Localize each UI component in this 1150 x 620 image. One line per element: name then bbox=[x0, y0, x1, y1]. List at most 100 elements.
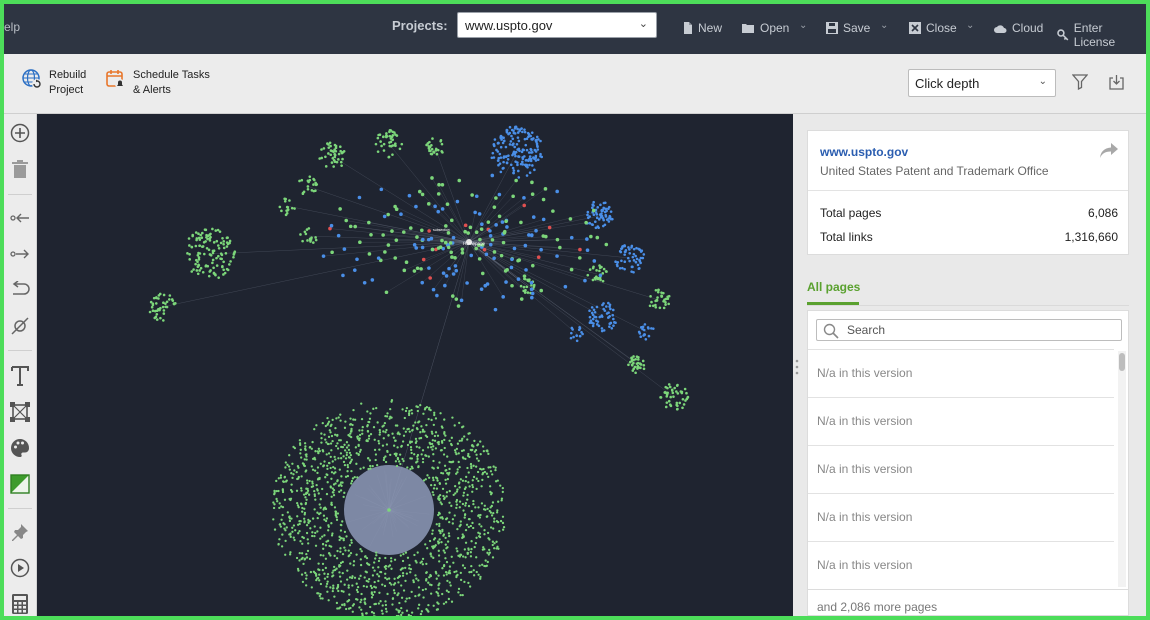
graph-node bbox=[683, 387, 687, 391]
undo-tool[interactable] bbox=[8, 278, 32, 302]
new-button[interactable]: New bbox=[683, 21, 722, 35]
pages-search-box[interactable] bbox=[816, 319, 1122, 341]
view-mode-select[interactable]: Click depth ⌄ bbox=[908, 69, 1056, 97]
help-menu[interactable]: elp bbox=[4, 20, 20, 34]
list-item[interactable]: N/a in this version bbox=[808, 398, 1114, 446]
graph-node bbox=[305, 574, 308, 577]
add-tool[interactable] bbox=[8, 121, 32, 145]
graph-node bbox=[281, 513, 284, 517]
open-button[interactable]: Open bbox=[742, 21, 789, 35]
graph-edge bbox=[468, 241, 525, 277]
graph-node bbox=[320, 432, 323, 435]
project-select[interactable]: www.uspto.gov ⌄ bbox=[457, 12, 657, 38]
search-input[interactable] bbox=[847, 322, 1115, 338]
graph-node bbox=[351, 575, 354, 578]
graph-node bbox=[630, 265, 634, 269]
list-item[interactable]: N/a in this version bbox=[808, 542, 1114, 590]
layout-tool[interactable] bbox=[8, 400, 32, 424]
graph-node bbox=[578, 325, 581, 329]
graph-node bbox=[330, 250, 334, 255]
delete-tool[interactable] bbox=[8, 157, 32, 181]
graph-node bbox=[435, 152, 439, 156]
cloud-button[interactable]: Cloud bbox=[994, 21, 1043, 35]
graph-node bbox=[360, 598, 363, 601]
list-scrollbar[interactable] bbox=[1118, 351, 1126, 587]
rebuild-project-button[interactable]: Rebuild Project bbox=[21, 68, 86, 98]
graph-node bbox=[513, 152, 517, 156]
list-item[interactable]: N/a in this version bbox=[808, 446, 1114, 494]
graph-node bbox=[482, 247, 487, 252]
filter-icon[interactable] bbox=[1072, 74, 1088, 90]
pages-list-panel: N/a in this version N/a in this version … bbox=[807, 310, 1129, 616]
graph-node bbox=[207, 248, 211, 252]
graph-canvas[interactable]: Homepagesubsection bbox=[37, 114, 793, 616]
pin-tool[interactable] bbox=[8, 520, 32, 544]
graph-node bbox=[307, 521, 310, 524]
graph-node bbox=[624, 248, 628, 252]
graph-node bbox=[313, 493, 316, 496]
project-url-link[interactable]: www.uspto.gov bbox=[820, 145, 908, 159]
graph-node bbox=[427, 581, 430, 584]
open-dropdown-icon[interactable]: ⌄ bbox=[799, 20, 807, 31]
list-item[interactable]: N/a in this version bbox=[808, 350, 1114, 398]
graph-node bbox=[300, 573, 304, 576]
graph-node bbox=[532, 156, 535, 159]
graph-node bbox=[384, 567, 387, 570]
graph-node bbox=[405, 597, 408, 600]
graph-node bbox=[331, 487, 334, 490]
graph-node bbox=[464, 480, 467, 483]
graph-node bbox=[386, 212, 390, 217]
graph-node bbox=[341, 481, 344, 484]
play-tool[interactable] bbox=[8, 556, 32, 580]
graph-node bbox=[425, 423, 428, 427]
calculator-tool[interactable] bbox=[8, 592, 32, 616]
panel-splitter-handle[interactable] bbox=[795, 358, 799, 376]
graph-node bbox=[451, 522, 454, 525]
expand-right-tool[interactable] bbox=[8, 242, 32, 266]
collapse-left-tool[interactable] bbox=[8, 206, 32, 230]
site-structure-graph[interactable]: Homepage subsection bbox=[37, 114, 793, 616]
graph-node bbox=[311, 440, 314, 444]
color-fill-tool[interactable] bbox=[8, 472, 32, 496]
graph-node bbox=[493, 517, 496, 520]
list-item[interactable]: N/a in this version bbox=[808, 494, 1114, 542]
close-dropdown-icon[interactable]: ⌄ bbox=[966, 20, 974, 31]
share-icon[interactable] bbox=[1100, 143, 1118, 159]
graph-node bbox=[197, 256, 201, 259]
graph-node bbox=[413, 453, 416, 456]
enter-license-button[interactable]: Enter License bbox=[1057, 21, 1146, 49]
graph-node bbox=[350, 458, 353, 461]
hide-node-tool[interactable] bbox=[8, 314, 32, 338]
graph-node bbox=[305, 556, 309, 559]
graph-node bbox=[339, 547, 342, 550]
graph-node bbox=[394, 133, 397, 136]
save-button[interactable]: Save bbox=[826, 21, 870, 35]
export-icon[interactable] bbox=[1108, 74, 1125, 91]
graph-node bbox=[403, 416, 406, 420]
save-dropdown-icon[interactable]: ⌄ bbox=[880, 20, 888, 31]
scrollbar-thumb[interactable] bbox=[1119, 353, 1125, 371]
graph-node bbox=[439, 412, 442, 415]
tab-all-pages[interactable]: All pages bbox=[807, 280, 860, 294]
graph-node bbox=[530, 180, 534, 185]
graph-node bbox=[329, 554, 332, 557]
graph-node bbox=[416, 460, 419, 463]
palette-tool[interactable] bbox=[8, 436, 32, 460]
graph-node bbox=[394, 439, 397, 442]
graph-node bbox=[459, 593, 462, 597]
graph-node bbox=[404, 566, 407, 570]
graph-node bbox=[327, 452, 331, 455]
graph-node bbox=[668, 385, 672, 389]
graph-node bbox=[188, 258, 192, 261]
schedule-tasks-button[interactable]: Schedule Tasks & Alerts bbox=[105, 68, 210, 98]
graph-node bbox=[459, 571, 462, 575]
close-project-button[interactable]: Close bbox=[909, 21, 957, 35]
graph-node bbox=[460, 251, 465, 255]
graph-node bbox=[463, 435, 466, 438]
graph-node bbox=[427, 417, 430, 421]
graph-node bbox=[419, 612, 423, 616]
text-tool[interactable] bbox=[8, 364, 32, 388]
graph-node bbox=[353, 224, 358, 229]
graph-node bbox=[305, 458, 308, 461]
graph-node bbox=[310, 189, 314, 192]
